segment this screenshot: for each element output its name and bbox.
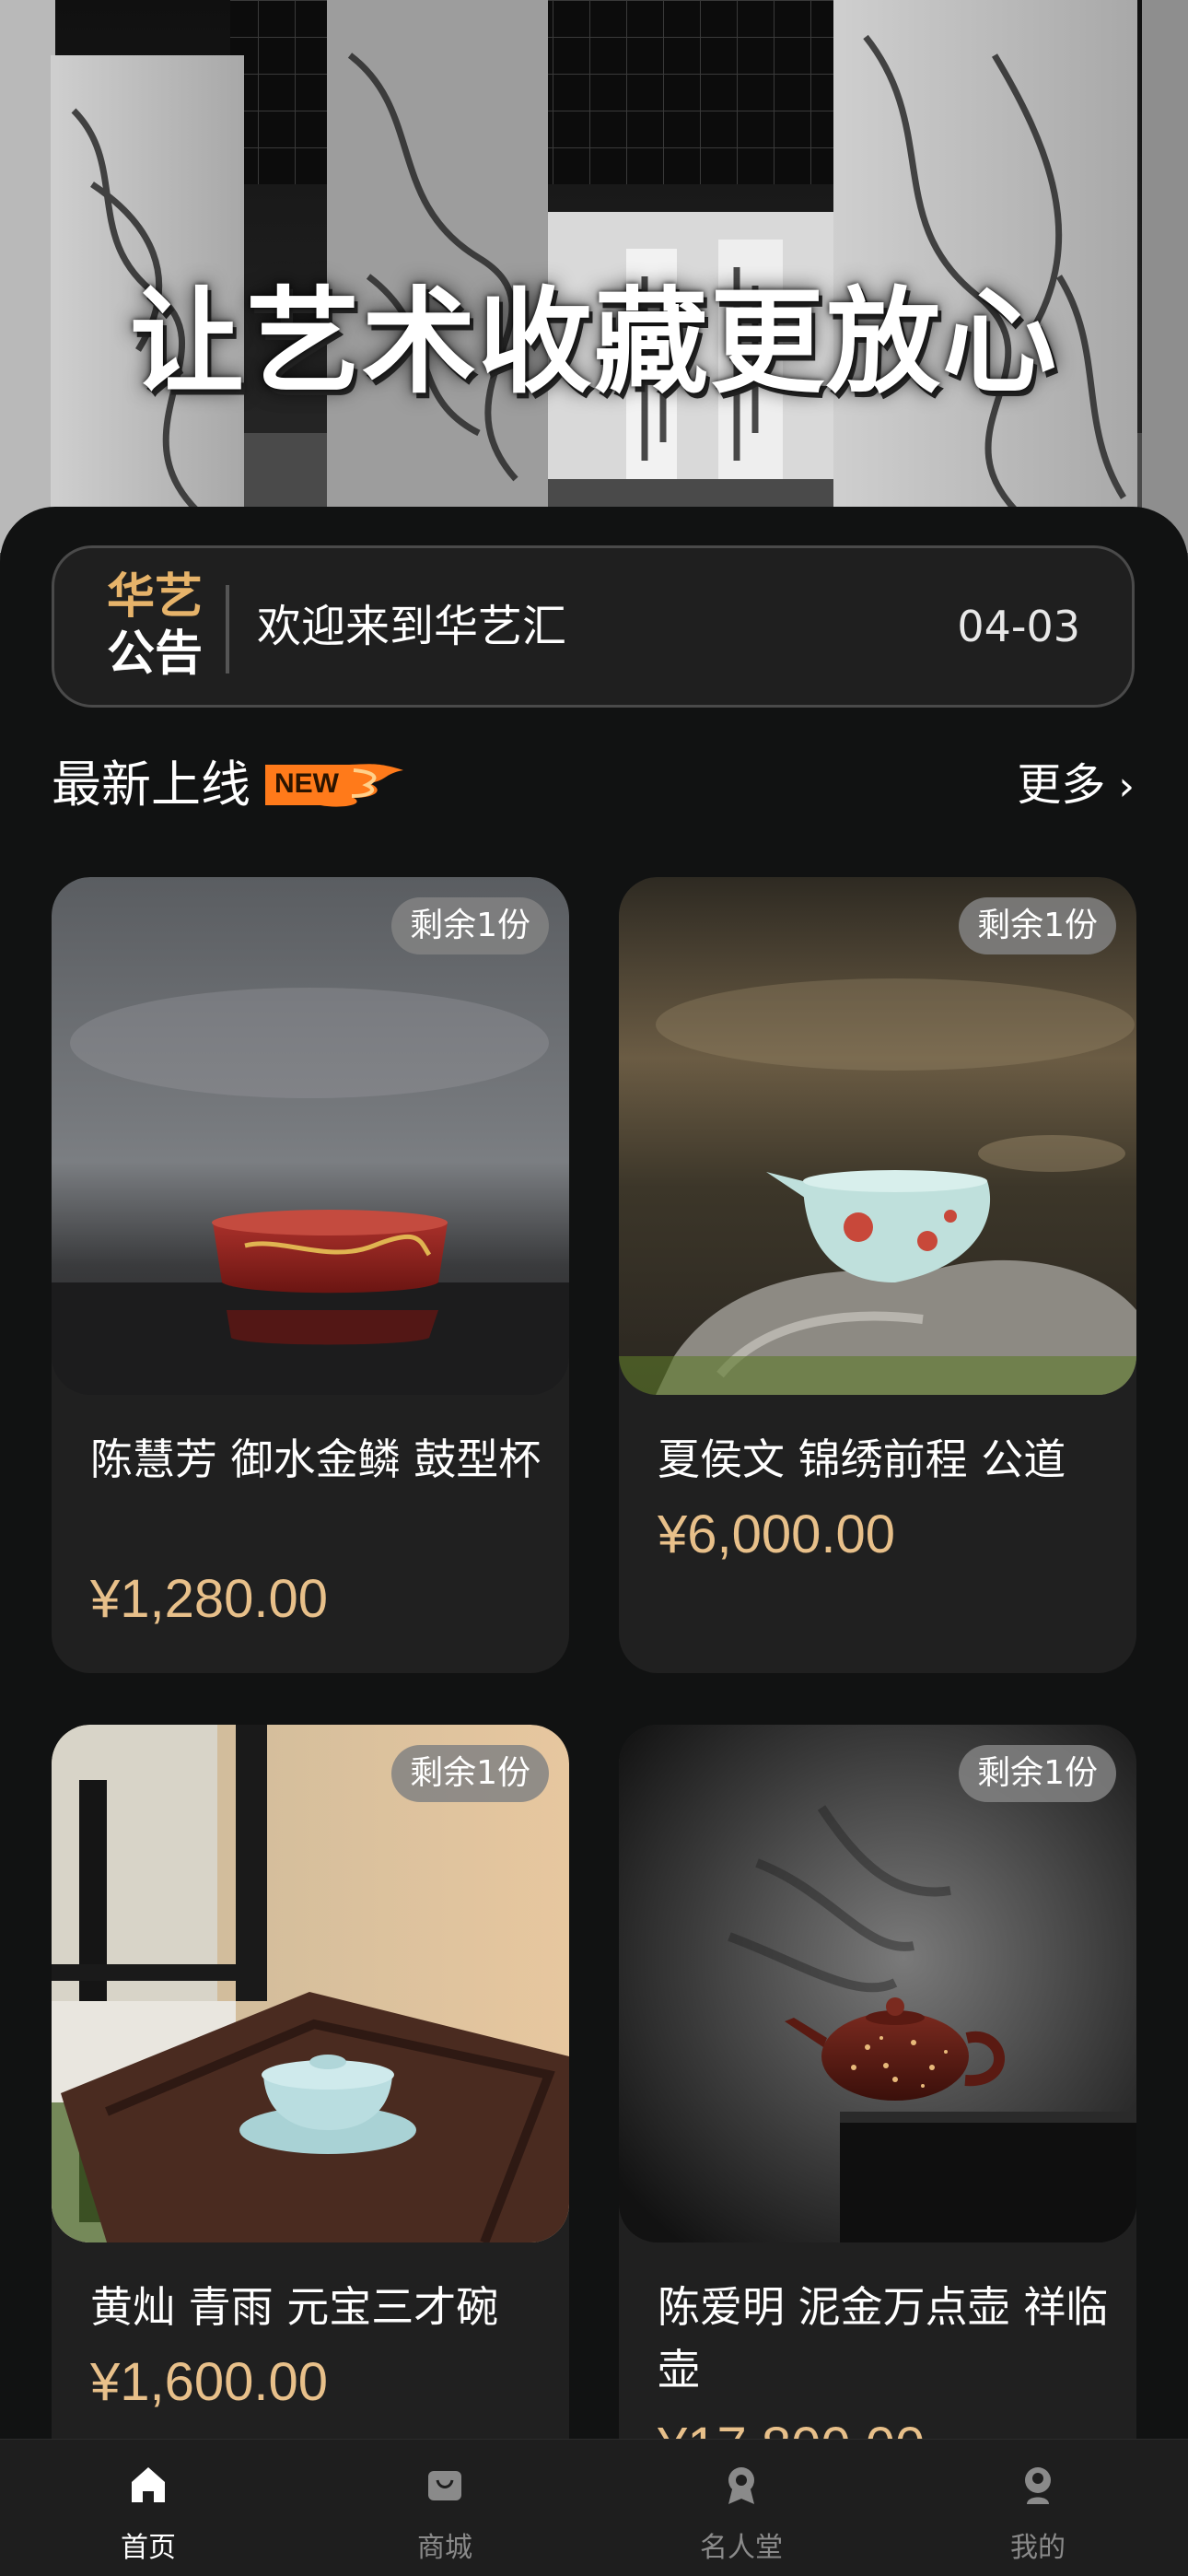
section-title: 最新上线 (52, 755, 250, 814)
stock-badge: 剩余1份 (959, 897, 1116, 954)
product-price: ¥1,280.00 (90, 1569, 329, 1629)
chevron-right-icon: › (1118, 763, 1135, 810)
hero-banner[interactable]: 让艺术收藏更放心 (0, 0, 1188, 571)
more-link[interactable]: 更多 › (1017, 748, 1135, 824)
product-card[interactable]: 剩余1份 陈慧芳 御水金鳞 鼓型杯 ¥1,280.00 (52, 877, 569, 1673)
stock-badge: 剩余1份 (391, 1745, 549, 1802)
announcement-date: 04-03 (957, 602, 1080, 651)
announcement-text[interactable]: 欢迎来到华艺汇 (257, 548, 566, 710)
product-image[interactable]: 剩余1份 (52, 1725, 569, 2242)
product-price: ¥6,000.00 (658, 1505, 896, 1564)
announcement-logo: 华艺 公告 (104, 568, 205, 683)
tab-shop[interactable]: 商城 (297, 2440, 593, 2576)
tab-label: 我的 (1010, 2532, 1066, 2564)
tab-label: 首页 (121, 2532, 176, 2564)
tab-label: 名人堂 (700, 2532, 783, 2564)
product-card[interactable]: 剩余1份 黄灿 青雨 元宝三才碗 ¥1,600.00 (52, 1725, 569, 2521)
product-card[interactable]: 剩余1份 夏侯文 锦绣前程 公道 ¥6,000.00 (619, 877, 1136, 1673)
home-icon (132, 2467, 165, 2502)
shop-icon (428, 2471, 461, 2500)
product-name: 陈爱明 泥金万点壶 祥临壶 (658, 2282, 1109, 2395)
red-gold-cup-image (52, 877, 569, 1395)
hero-title: 让艺术收藏更放心 (129, 275, 1058, 409)
main-content: 华艺 公告 欢迎来到华艺汇 04-03 最新上线 NEW 更多 › 剩余1份 陈… (0, 507, 1188, 2521)
tab-profile[interactable]: 我的 (890, 2440, 1186, 2576)
award-icon (728, 2467, 754, 2504)
product-name: 夏侯文 锦绣前程 公道 (658, 1434, 1066, 1484)
announcement-divider (226, 585, 229, 673)
product-image[interactable]: 剩余1份 (52, 877, 569, 1395)
new-arrivals-header: 最新上线 NEW 更多 › (52, 748, 1135, 822)
tab-hall-of-fame[interactable]: 名人堂 (593, 2440, 890, 2576)
tab-label: 商城 (417, 2532, 472, 2564)
celadon-gaiwan-image (52, 1725, 569, 2242)
teapot-image (619, 1725, 1136, 2242)
product-name: 黄灿 青雨 元宝三才碗 (90, 2282, 499, 2332)
new-badge-label: NEW (274, 768, 339, 799)
new-badge: NEW (265, 761, 403, 809)
bottom-tab-bar: 首页 商城 名人堂 我的 (0, 2439, 1188, 2576)
celadon-pitcher-image (619, 877, 1136, 1395)
announcement-bar[interactable]: 华艺 公告 欢迎来到华艺汇 04-03 (52, 545, 1135, 708)
product-name: 陈慧芳 御水金鳞 鼓型杯 (90, 1434, 542, 1484)
announcement-logo-line1: 华艺 (106, 569, 203, 625)
product-image[interactable]: 剩余1份 (619, 1725, 1136, 2242)
stock-badge: 剩余1份 (391, 897, 549, 954)
product-price: ¥1,600.00 (90, 2352, 329, 2412)
product-card[interactable]: 剩余1份 陈爱明 泥金万点壶 祥临壶 ¥17,800.00 (619, 1725, 1136, 2521)
profile-icon (1025, 2467, 1051, 2504)
product-image[interactable]: 剩余1份 (619, 877, 1136, 1395)
announcement-logo-line2: 公告 (106, 626, 203, 682)
home-page: 让艺术收藏更放心 华艺 公告 欢迎来到华艺汇 04-03 最新上线 NEW 更多… (0, 0, 1188, 2576)
more-link-label: 更多 (1017, 759, 1106, 811)
stock-badge: 剩余1份 (959, 1745, 1116, 1802)
tab-home[interactable]: 首页 (0, 2440, 297, 2576)
